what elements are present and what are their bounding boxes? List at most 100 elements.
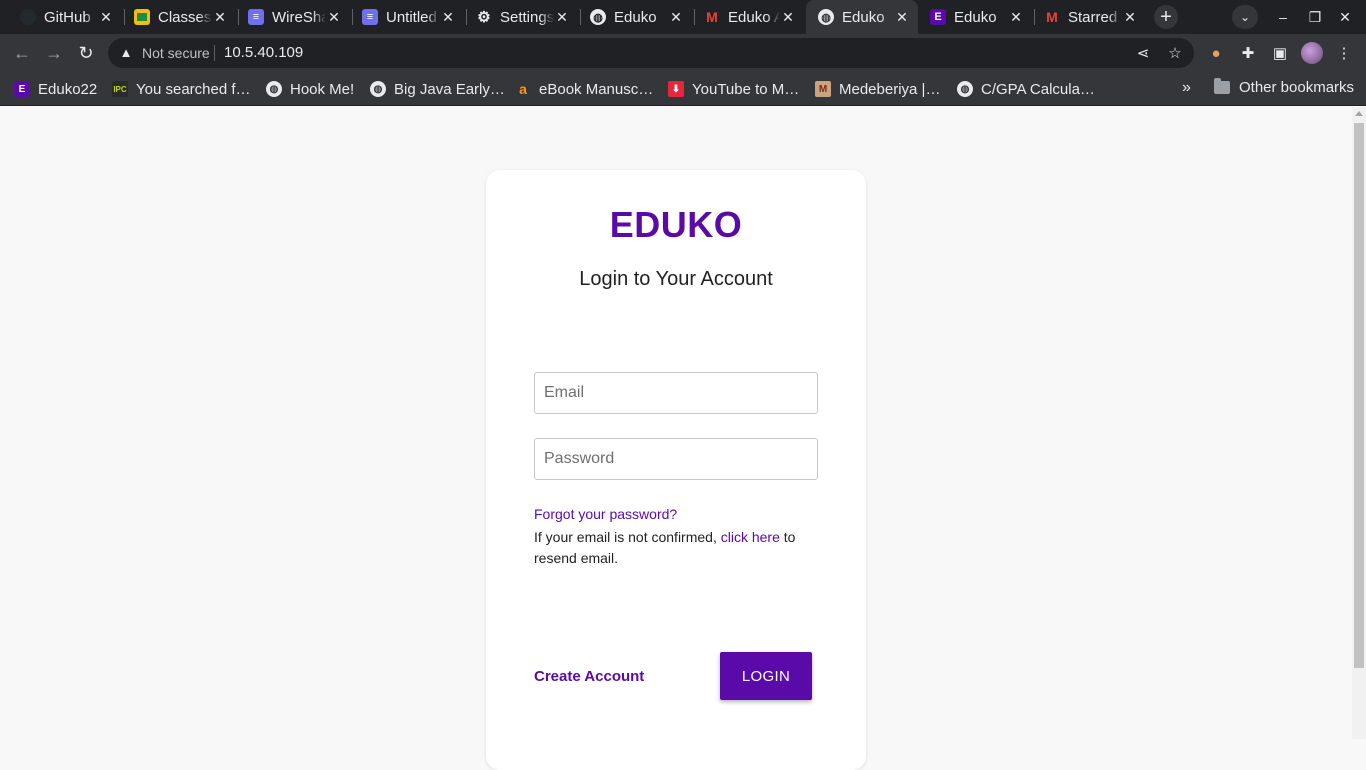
share-icon[interactable]: ⋖ [1134,44,1152,62]
ipc-icon: IPC [112,81,128,97]
close-icon[interactable]: ✕ [1008,9,1024,25]
side-panel-icon[interactable]: ▣ [1271,44,1289,62]
tab-title: Eduko [954,8,997,26]
scroll-up-icon[interactable] [1355,111,1363,116]
restore-icon[interactable]: ❐ [1306,8,1324,26]
tab-github[interactable]: GitHub ✕ [20,0,122,34]
tab-classes[interactable]: Classes ✕ [134,0,236,34]
scroll-thumb[interactable] [1354,123,1364,668]
tab-eduko[interactable]: ◍ Eduko ✕ [590,0,692,34]
tab-untitled[interactable]: ≡ Untitled ✕ [362,0,464,34]
bookmark-youtube-to[interactable]: ⬇ YouTube to M… [668,79,799,99]
github-icon [20,9,36,25]
brand-title: EDUKO [609,204,743,245]
warning-icon[interactable]: ▲ [119,45,133,60]
docs-icon: ≡ [248,9,264,25]
bookmark-big-java[interactable]: ◍ Big Java Early… [370,79,505,99]
folder-icon [1214,78,1230,94]
menu-icon[interactable]: ⋮ [1335,44,1353,62]
bookmark-cgpa[interactable]: ◍ C/GPA Calcula… [957,79,1095,99]
create-account-link[interactable]: Create Account [534,668,644,685]
extensions-icon[interactable]: ✚ [1239,44,1257,62]
classroom-icon [134,9,150,25]
reload-icon[interactable]: ↻ [76,43,96,63]
tab-title: Untitled [386,8,437,26]
url-text[interactable]: 10.5.40.109 [224,44,303,61]
tab-eduko-app[interactable]: M Eduko App ✕ [704,0,804,34]
login-button[interactable]: LOGIN [720,652,812,700]
resend-email-link[interactable]: click here [721,529,780,545]
tab-separator [466,9,467,25]
tab-title: Eduko [842,8,885,26]
tab-eduko-active[interactable]: ◍ Eduko ✕ [806,0,918,34]
close-icon[interactable]: ✕ [440,9,456,25]
page-title: Login to Your Account [579,268,773,290]
tab-separator [694,9,695,25]
tab-settings[interactable]: ⚙ Settings ✕ [476,0,578,34]
new-tab-button[interactable]: + [1154,5,1178,29]
star-icon[interactable]: ☆ [1166,44,1184,62]
cookie-extension-icon[interactable]: ● [1207,44,1225,62]
medeberiya-icon: M [815,81,831,97]
close-icon[interactable]: ✕ [212,9,228,25]
close-icon[interactable]: ✕ [894,9,910,25]
gmail-icon: M [706,9,718,25]
back-icon[interactable]: ← [12,43,32,63]
avatar[interactable] [1301,42,1323,64]
download-icon: ⬇ [668,81,684,97]
tab-separator [124,9,125,25]
confirm-text-before: If your email is not confirmed, [534,529,721,545]
tab-separator [580,9,581,25]
tab-eduko-2[interactable]: E Eduko ✕ [930,0,1032,34]
close-icon[interactable]: ✕ [98,9,114,25]
password-field[interactable] [534,438,818,480]
confirm-email-text: If your email is not confirmed, click he… [534,527,818,569]
globe-icon: ◍ [370,81,386,97]
bookmark-you-searched[interactable]: IPC You searched f… [112,79,251,99]
other-bookmarks-label: Other bookmarks [1239,79,1355,96]
tab-strip: GitHub ✕ Classes ✕ ≡ WireShark ✕ ≡ Untit… [0,0,1366,34]
tab-title: Starred [1068,8,1118,26]
globe-icon: ◍ [266,81,282,97]
tab-starred[interactable]: M Starred ✕ [1044,0,1146,34]
address-bar[interactable]: ▲ Not secure 10.5.40.109 ⋖ ☆ [108,38,1194,68]
more-bookmarks-icon[interactable]: » [1182,79,1191,97]
page-scrollbar[interactable] [1352,107,1366,739]
close-icon[interactable]: ✕ [554,9,570,25]
tab-title: Classes [158,8,212,26]
email-field[interactable] [534,372,818,414]
forgot-password-link[interactable]: Forgot your password? [534,506,677,522]
forward-icon[interactable]: → [44,43,64,63]
browser-toolbar: ← → ↻ ▲ Not secure 10.5.40.109 ⋖ ☆ ● ✚ ▣… [0,34,1366,72]
tab-title: Eduko App [728,8,780,26]
bookmark-label: Medeberiya |… [839,80,941,98]
tab-search-button[interactable]: ⌄ [1232,5,1258,29]
bookmark-label: C/GPA Calcula… [981,80,1095,98]
bookmark-medeberiya[interactable]: M Medeberiya |… [815,79,940,99]
amazon-icon: a [519,81,527,97]
close-window-icon[interactable]: ✕ [1336,8,1354,26]
minimize-icon[interactable]: – [1274,8,1292,26]
close-icon[interactable]: ✕ [780,9,796,25]
close-icon[interactable]: ✕ [1122,9,1138,25]
security-label[interactable]: Not secure [142,45,210,61]
bookmark-label: Big Java Early… [394,80,505,98]
bookmark-hook-me[interactable]: ◍ Hook Me! [266,79,354,99]
other-bookmarks[interactable]: Other bookmarks [1214,78,1355,96]
bookmark-eduko22[interactable]: E Eduko22 [14,79,97,99]
tab-wireshark[interactable]: ≡ WireShark ✕ [248,0,350,34]
close-icon[interactable]: ✕ [326,9,342,25]
bookmark-label: You searched f… [136,80,251,98]
globe-icon: ◍ [818,9,834,25]
bookmark-label: Eduko22 [38,80,98,98]
bookmark-label: YouTube to M… [692,80,800,98]
tab-separator [352,9,353,25]
docs-icon: ≡ [362,9,378,25]
gear-icon: ⚙ [477,9,491,26]
bookmark-label: Hook Me! [290,80,355,98]
tab-title: GitHub [44,8,91,26]
close-icon[interactable]: ✕ [668,9,684,25]
tab-title: Settings [500,8,554,26]
bookmarks-bar: E Eduko22 IPC You searched f… ◍ Hook Me!… [0,72,1366,106]
bookmark-ebook[interactable]: a eBook Manusc… [515,79,653,99]
